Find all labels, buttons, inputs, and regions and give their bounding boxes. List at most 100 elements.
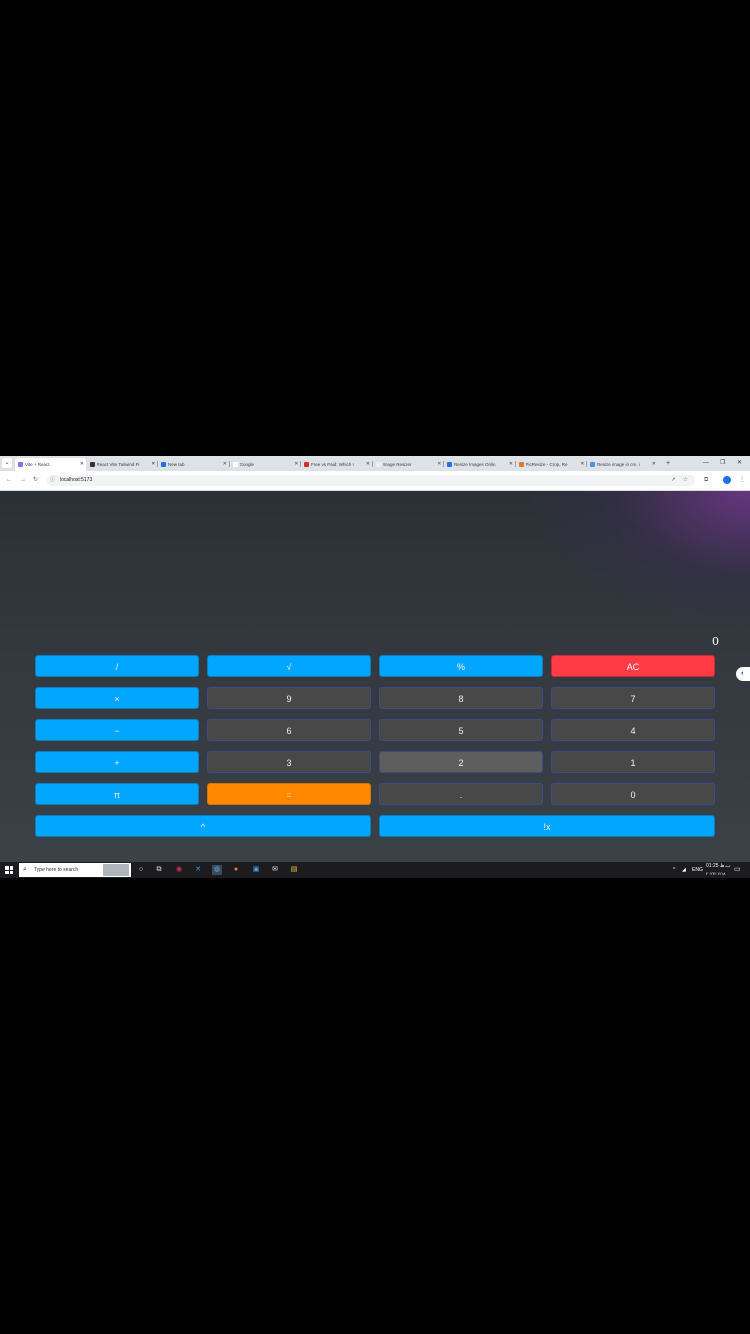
calc-key[interactable]: 5 (379, 719, 543, 741)
tab-favicon-icon (375, 462, 381, 468)
tab-close-icon[interactable]: ✕ (151, 458, 155, 471)
tab-label: Image Resizer (382, 462, 412, 468)
calc-key[interactable]: / (35, 655, 199, 677)
notification-icon[interactable]: ▭ (734, 862, 741, 878)
tab-separator (157, 461, 158, 467)
browser-tab[interactable]: Google ✕ (230, 458, 301, 471)
tab-close-icon[interactable]: ✕ (294, 458, 298, 471)
calc-key[interactable]: × (35, 687, 199, 709)
taskbar-search-placeholder: Type here to search (34, 867, 79, 873)
tab-separator (514, 461, 516, 467)
tab-favicon-icon (161, 462, 166, 468)
close-window-button[interactable]: ✕ (737, 458, 742, 469)
calc-key[interactable]: ^ (35, 815, 371, 837)
restore-button[interactable]: ❐ (720, 458, 725, 469)
menu-dots-icon[interactable]: ⋮ (739, 475, 745, 485)
browser-tab[interactable]: React Vite Tailwind Fi ✕ (87, 458, 158, 471)
address-url: localhost:5173 (60, 477, 93, 483)
calc-key[interactable]: 1 (551, 751, 715, 773)
network-icon[interactable]: ◢ (682, 862, 686, 878)
firefox-icon[interactable]: ● (231, 865, 241, 875)
calc-key[interactable]: % (379, 655, 543, 677)
cortana-icon[interactable]: ○ (136, 865, 146, 875)
tab-favicon-icon (447, 462, 452, 468)
tab-label: New tab (168, 462, 185, 468)
browser-tab[interactable]: Resize Images Onlin ✕ (444, 458, 515, 471)
calculator-page: 0 / √% AC × 9 8 7 −6 5 4 +3 2 1 π =. 0 ^ !x ◐ (0, 491, 750, 863)
file-explorer-icon[interactable]: ▤ (289, 865, 299, 875)
tab-close-icon[interactable]: ✕ (580, 458, 584, 471)
calc-key[interactable]: 0 (551, 783, 715, 805)
browser-tab[interactable]: Free vs Paid: Which I ✕ (301, 458, 372, 471)
calc-key[interactable]: √ (207, 655, 371, 677)
calc-key[interactable]: 4 (551, 719, 715, 741)
search-highlight-image (103, 864, 129, 876)
calc-key[interactable]: 8 (379, 687, 543, 709)
tab-separator (228, 461, 230, 467)
screen: ⌄ Vite + React ✕ React Vite Tailwind Fi ✕ Ne… (0, 456, 750, 878)
clock-date[interactable]: ۲۰۲۳/۰۶/۱۸ (706, 870, 725, 877)
tab-favicon-icon (18, 462, 23, 468)
browser-tab[interactable]: New tab ✕ (158, 458, 229, 471)
tab-separator (371, 461, 373, 467)
tab-label: Resize image in cm, i (597, 462, 640, 468)
browser-toolbar: ← → ↻ ⓘ localhost:5173 ↗ ☆ ⧉ ⋮ (0, 471, 750, 491)
language-indicator[interactable]: ENG (692, 862, 703, 878)
mail-icon[interactable]: ✉ (270, 865, 280, 875)
tab-close-icon[interactable]: ✕ (80, 458, 84, 471)
calc-key[interactable]: + (35, 751, 199, 773)
browser-tab[interactable]: Vite + React ✕ (15, 458, 86, 471)
tray-chevron-icon[interactable]: ^ (673, 862, 675, 878)
tab-separator (300, 461, 301, 467)
tab-favicon-icon (232, 462, 238, 468)
tab-favicon-icon (89, 462, 95, 468)
vscode-icon[interactable]: ✕ (193, 865, 203, 875)
tab-close-icon[interactable]: ✕ (509, 458, 513, 471)
address-bar[interactable]: ⓘ localhost:5173 ↗ ☆ (47, 475, 695, 486)
tab-close-icon[interactable]: ✕ (366, 458, 370, 471)
calc-key[interactable]: !x (379, 815, 715, 837)
calc-key[interactable]: 7 (551, 687, 715, 709)
calc-key[interactable]: 2 (379, 751, 543, 773)
side-panel-translate-icon[interactable]: ◐ (736, 667, 750, 681)
task-view-icon[interactable]: ⧉ (154, 865, 164, 875)
calc-key[interactable]: . (379, 783, 543, 805)
minimize-button[interactable]: — (703, 458, 709, 469)
share-icon[interactable]: ↗ (671, 475, 676, 486)
calc-key[interactable]: 9 (207, 687, 371, 709)
tab-favicon-icon (590, 462, 595, 468)
clock-time[interactable]: 01:25 ب.ظ (706, 863, 731, 870)
tab-label: Resize Images Onlin (454, 462, 496, 468)
store-icon[interactable]: ▣ (251, 865, 261, 875)
site-info-icon[interactable]: ⓘ (50, 475, 55, 486)
calc-key[interactable]: π (35, 783, 199, 805)
windows-taskbar: ⌕ Type here to search ○ ⧉ ◉ ✕ ◍ ● ▣ ✉ ▤ … (0, 862, 750, 878)
tab-label: Vite + React (25, 462, 50, 468)
calc-key[interactable]: AC (551, 655, 715, 677)
extensions-icon[interactable]: ⧉ (704, 475, 708, 485)
taskbar-search-box[interactable]: ⌕ Type here to search (19, 863, 131, 877)
calc-key[interactable]: 6 (207, 719, 371, 741)
tab-close-icon[interactable]: ✕ (437, 458, 441, 471)
chrome-app-icon[interactable]: ◍ (212, 865, 222, 875)
tab-favicon-icon (304, 462, 309, 468)
profile-avatar[interactable] (723, 476, 731, 484)
tab-close-icon[interactable]: ✕ (223, 458, 227, 471)
tab-search-button[interactable]: ⌄ (2, 458, 12, 468)
calc-key[interactable]: = (207, 783, 371, 805)
browser-tab[interactable]: Image Resizer ✕ (373, 458, 444, 471)
new-tab-button[interactable]: + (666, 458, 670, 469)
tab-label: React Vite Tailwind Fi (96, 462, 140, 468)
browser-tab[interactable]: Resize image in cm, i ✕ (587, 458, 658, 471)
recorder-app-icon[interactable]: ◉ (174, 865, 184, 875)
reload-button[interactable]: ↻ (33, 475, 38, 485)
tab-close-icon[interactable]: ✕ (652, 458, 656, 471)
calc-key[interactable]: 3 (207, 751, 371, 773)
calc-key[interactable]: − (35, 719, 199, 741)
back-button[interactable]: ← (6, 475, 12, 485)
bookmark-star-icon[interactable]: ☆ (683, 475, 688, 486)
tab-favicon-icon (518, 462, 524, 468)
forward-button[interactable]: → (20, 475, 26, 485)
browser-tab[interactable]: PicResize - Crop, Re ✕ (516, 458, 587, 471)
windows-start-icon[interactable] (5, 866, 13, 874)
